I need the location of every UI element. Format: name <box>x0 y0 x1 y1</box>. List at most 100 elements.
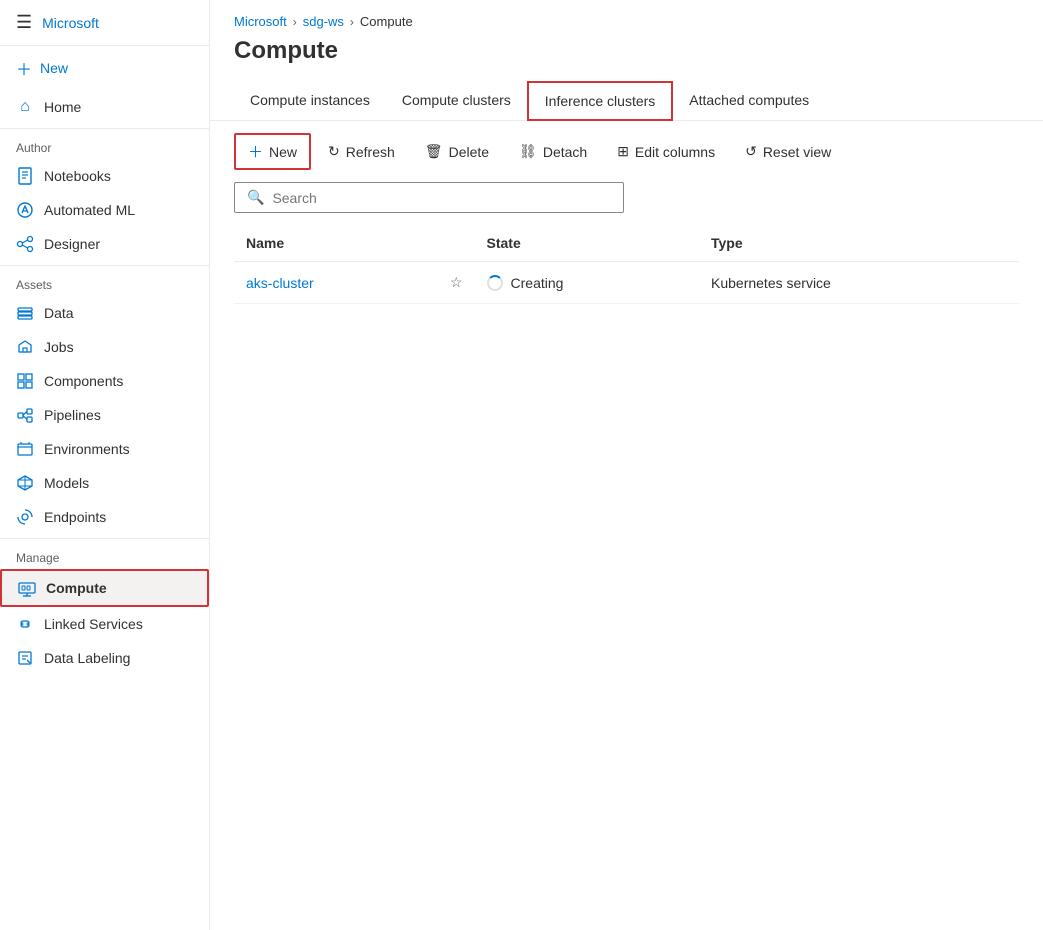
sidebar-divider-author <box>0 128 209 129</box>
sidebar-divider-manage <box>0 538 209 539</box>
designer-label: Designer <box>44 236 100 252</box>
search-box[interactable]: 🔍 <box>234 182 624 213</box>
reset-view-label: Reset view <box>763 144 831 160</box>
sidebar-new-button[interactable]: ＋ New <box>0 46 209 90</box>
breadcrumb-sep-1: › <box>293 15 297 29</box>
new-label: New <box>269 144 297 160</box>
sidebar-item-data[interactable]: Data <box>0 296 209 330</box>
breadcrumb-compute: Compute <box>360 14 413 29</box>
tab-attached-computes[interactable]: Attached computes <box>673 82 825 120</box>
breadcrumb-sdg-ws[interactable]: sdg-ws <box>303 14 344 29</box>
sidebar-item-linked-services[interactable]: Linked Services <box>0 607 209 641</box>
sidebar-header: ☰ Microsoft <box>0 0 209 46</box>
reset-view-icon: ↺ <box>745 143 757 160</box>
endpoints-label: Endpoints <box>44 509 106 525</box>
detach-icon: ⛓ <box>519 143 537 160</box>
delete-icon: 🗑 <box>425 143 443 160</box>
data-table: Name State Type aks-cluster ☆ Creating <box>234 225 1019 304</box>
sidebar-item-compute[interactable]: Compute <box>0 569 209 607</box>
models-icon <box>16 474 34 492</box>
compute-icon <box>18 579 36 597</box>
state-label: Creating <box>511 275 564 291</box>
sidebar-item-endpoints[interactable]: Endpoints <box>0 500 209 534</box>
models-label: Models <box>44 475 89 491</box>
cluster-link[interactable]: aks-cluster <box>246 275 314 291</box>
col-state: State <box>475 225 699 262</box>
row-state: Creating <box>475 262 699 304</box>
edit-columns-icon: ⊞ <box>617 143 629 160</box>
col-name: Name <box>234 225 438 262</box>
notebooks-label: Notebooks <box>44 168 111 184</box>
designer-icon <box>16 235 34 253</box>
sidebar-divider-assets <box>0 265 209 266</box>
sidebar-new-label: New <box>40 60 68 76</box>
loading-spinner <box>487 275 503 291</box>
breadcrumb: Microsoft › sdg-ws › Compute <box>210 0 1043 29</box>
sidebar-item-notebooks[interactable]: Notebooks <box>0 159 209 193</box>
refresh-button[interactable]: ↻ Refresh <box>315 136 408 167</box>
row-type: Kubernetes service <box>699 262 1019 304</box>
refresh-icon: ↻ <box>328 143 340 160</box>
main-content: Microsoft › sdg-ws › Compute Compute Com… <box>210 0 1043 930</box>
state-creating: Creating <box>487 275 687 291</box>
sidebar-item-data-labeling[interactable]: Data Labeling <box>0 641 209 675</box>
delete-button[interactable]: 🗑 Delete <box>412 136 502 167</box>
jobs-icon <box>16 338 34 356</box>
sidebar-home-label: Home <box>44 99 81 115</box>
tab-compute-clusters[interactable]: Compute clusters <box>386 82 527 120</box>
row-star[interactable]: ☆ <box>438 262 475 304</box>
sidebar-item-components[interactable]: Components <box>0 364 209 398</box>
automated-ml-label: Automated ML <box>44 202 135 218</box>
breadcrumb-microsoft[interactable]: Microsoft <box>234 14 287 29</box>
new-button[interactable]: ＋ New <box>234 133 311 170</box>
sidebar: ☰ Microsoft ＋ New ⌂ Home Author Notebook… <box>0 0 210 930</box>
sidebar-item-home[interactable]: ⌂ Home <box>0 90 209 124</box>
endpoints-icon <box>16 508 34 526</box>
refresh-label: Refresh <box>346 144 395 160</box>
components-label: Components <box>44 373 123 389</box>
pipelines-label: Pipelines <box>44 407 101 423</box>
edit-columns-label: Edit columns <box>635 144 715 160</box>
plus-icon: ＋ <box>16 56 32 80</box>
linked-services-label: Linked Services <box>44 616 143 632</box>
sidebar-item-jobs[interactable]: Jobs <box>0 330 209 364</box>
table-row: aks-cluster ☆ Creating Kubernetes servic… <box>234 262 1019 304</box>
sidebar-author-section: Author <box>0 133 209 159</box>
tab-compute-instances[interactable]: Compute instances <box>234 82 386 120</box>
compute-label: Compute <box>46 580 107 596</box>
sidebar-item-designer[interactable]: Designer <box>0 227 209 261</box>
sidebar-item-environments[interactable]: Environments <box>0 432 209 466</box>
col-star <box>438 225 475 262</box>
sidebar-item-pipelines[interactable]: Pipelines <box>0 398 209 432</box>
notebooks-icon <box>16 167 34 185</box>
hamburger-icon[interactable]: ☰ <box>16 12 32 33</box>
table-wrapper: Name State Type aks-cluster ☆ Creating <box>210 225 1043 930</box>
detach-button[interactable]: ⛓ Detach <box>506 136 600 167</box>
new-plus-icon: ＋ <box>248 141 263 162</box>
environments-icon <box>16 440 34 458</box>
sidebar-item-models[interactable]: Models <box>0 466 209 500</box>
search-input[interactable] <box>272 190 611 206</box>
components-icon <box>16 372 34 390</box>
tabs-bar: Compute instances Compute clusters Infer… <box>210 81 1043 121</box>
row-name: aks-cluster <box>234 262 438 304</box>
col-type: Type <box>699 225 1019 262</box>
edit-columns-button[interactable]: ⊞ Edit columns <box>604 136 728 167</box>
breadcrumb-sep-2: › <box>350 15 354 29</box>
home-icon: ⌂ <box>16 98 34 116</box>
toolbar: ＋ New ↻ Refresh 🗑 Delete ⛓ Detach ⊞ Edit… <box>210 121 1043 182</box>
data-icon <box>16 304 34 322</box>
sidebar-item-automated-ml[interactable]: Automated ML <box>0 193 209 227</box>
reset-view-button[interactable]: ↺ Reset view <box>732 136 844 167</box>
data-labeling-icon <box>16 649 34 667</box>
linked-services-icon <box>16 615 34 633</box>
delete-label: Delete <box>449 144 489 160</box>
page-title: Compute <box>210 29 1043 81</box>
table-header-row: Name State Type <box>234 225 1019 262</box>
tab-inference-clusters[interactable]: Inference clusters <box>527 81 674 121</box>
automated-ml-icon <box>16 201 34 219</box>
environments-label: Environments <box>44 441 130 457</box>
sidebar-manage-section: Manage <box>0 543 209 569</box>
sidebar-microsoft-label: Microsoft <box>42 15 99 31</box>
data-labeling-label: Data Labeling <box>44 650 130 666</box>
